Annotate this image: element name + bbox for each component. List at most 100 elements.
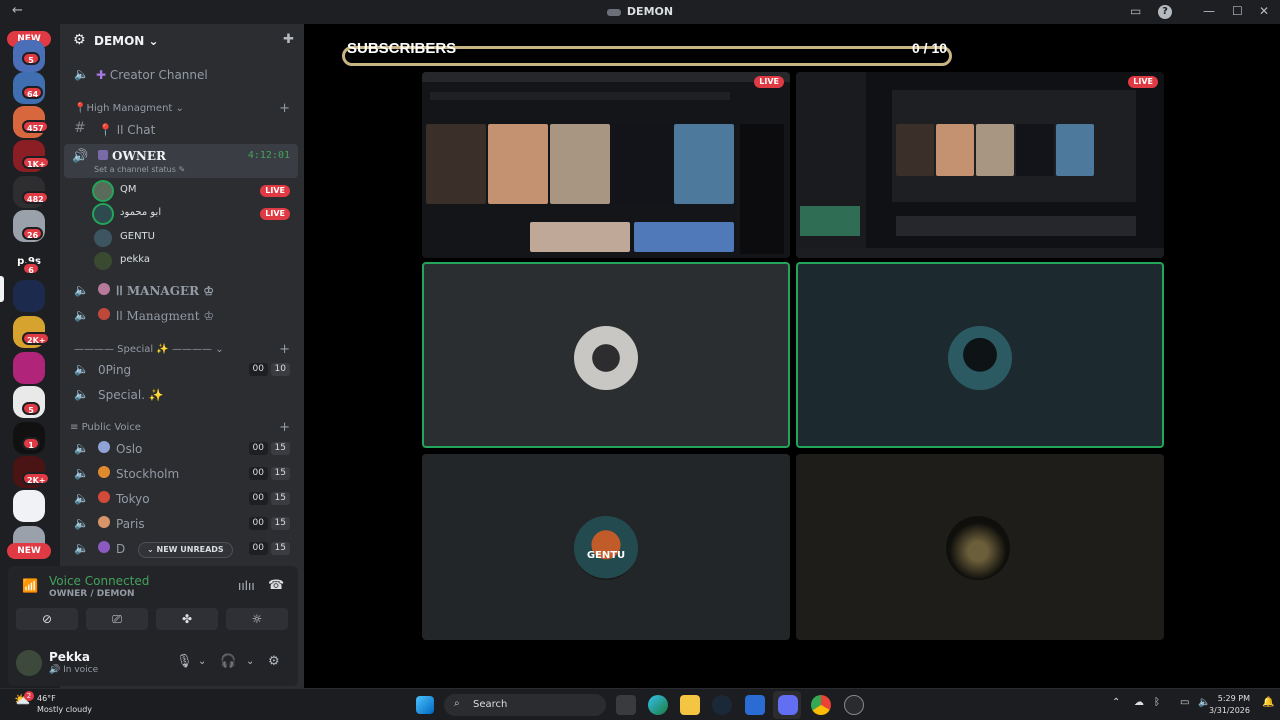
close-icon[interactable]: ✕ <box>1259 4 1269 18</box>
microphone-icon[interactable]: 🎙 <box>176 654 193 669</box>
disconnect-icon[interactable]: ☎ <box>268 578 284 593</box>
avatar <box>94 182 112 200</box>
create-channel-icon[interactable]: + <box>279 420 290 435</box>
task-view-icon[interactable] <box>616 695 636 715</box>
participant-tile[interactable] <box>796 262 1164 448</box>
edge-icon[interactable] <box>648 695 668 715</box>
chevron-down-icon[interactable]: ⌄ <box>246 656 254 667</box>
steam-icon[interactable] <box>712 695 732 715</box>
mention-badge: 482 <box>22 191 49 204</box>
category-high-managment[interactable]: 📍High Managment ⌄ <box>74 103 184 114</box>
speaker-icon: 🔈 <box>74 387 89 401</box>
voice-user[interactable]: ابو محمود LIVE <box>94 203 298 225</box>
voice-user[interactable]: GENTU <box>94 227 298 249</box>
new-unreads-pill[interactable]: NEW <box>7 543 51 559</box>
channel-emoji-icon <box>98 466 110 478</box>
weather-temperature: 46°F <box>37 694 56 703</box>
voice-location[interactable]: OWNER / DEMON <box>49 589 135 599</box>
inbox-icon[interactable]: ▭ <box>1130 4 1141 18</box>
new-unreads-button[interactable]: ⌄ NEW UNREADS <box>138 542 233 558</box>
stream-tile[interactable]: LIVE <box>796 72 1164 258</box>
participant-tile[interactable] <box>796 454 1164 640</box>
channel-owner[interactable]: 🔊 OWNER 4:12:01 Set a channel status ✎ <box>64 144 298 178</box>
store-icon[interactable] <box>745 695 765 715</box>
pin-icon: 📍 <box>74 103 87 114</box>
server-icon[interactable] <box>13 352 45 384</box>
channel-label: ✚ Creator Channel <box>96 68 208 82</box>
plus-icon: ✚ <box>96 68 107 82</box>
crown-icon: ♔ <box>203 309 215 323</box>
channel-tokyo[interactable]: 🔈 Tokyo 00 15 <box>68 488 298 510</box>
participant-tile[interactable]: GENTU <box>422 454 790 640</box>
discord-window: ← DEMON ▭ ? — ☐ ✕ NEW 5 64 457 1K+ 482 2… <box>0 0 1280 720</box>
channel-stockholm-label: Stockholm <box>116 467 180 481</box>
channel-0ping[interactable]: 🔈 0Ping 00 10 <box>68 359 298 381</box>
avatar <box>94 252 112 270</box>
channel-manager[interactable]: 🔈 اا MANAGER ♔ <box>68 280 298 302</box>
notifications-icon[interactable]: 🔔 <box>1262 697 1274 708</box>
channel-status[interactable]: Set a channel status ✎ <box>94 165 185 174</box>
activities-button[interactable]: ✤ <box>156 608 218 630</box>
noise-suppression-icon[interactable]: ıılıı <box>238 579 255 593</box>
camera-off-button[interactable]: ⊘ <box>16 608 78 630</box>
chevron-up-icon[interactable]: ⌃ <box>1112 697 1120 708</box>
channel-oslo-label: Oslo <box>116 442 143 456</box>
channel-emoji-icon <box>98 308 110 320</box>
cloud-sync-icon[interactable]: ☁ <box>1134 697 1144 708</box>
create-channel-icon[interactable]: + <box>279 342 290 357</box>
speaker-icon: 🔈 <box>74 308 89 322</box>
stream-nested-window <box>892 90 1136 202</box>
channel-creator[interactable]: 🔈 ✚ Creator Channel <box>68 64 298 86</box>
network-icon[interactable]: ▭ <box>1180 697 1189 708</box>
settings-gear-icon[interactable]: ⚙ <box>268 654 280 669</box>
soundboard-button[interactable]: ☼ <box>226 608 288 630</box>
avatar[interactable] <box>16 650 42 676</box>
help-icon[interactable]: ? <box>1158 5 1172 19</box>
invite-people-icon[interactable]: ✚ <box>283 32 294 47</box>
channel-paris[interactable]: 🔈 Paris 00 15 <box>68 513 298 535</box>
user-limit: 15 <box>270 542 290 555</box>
avatar <box>946 516 1010 580</box>
stream-tile[interactable]: LIVE <box>422 72 790 258</box>
channel-oslo[interactable]: 🔈 Oslo 00 15 <box>68 438 298 460</box>
headphones-icon[interactable]: 🎧 <box>220 654 236 669</box>
create-channel-icon[interactable]: + <box>279 101 290 116</box>
taskbar-clock[interactable]: 5:29 PM 3/31/2026 <box>1209 693 1250 717</box>
voice-user[interactable]: QM LIVE <box>94 180 298 202</box>
voice-user[interactable]: pekka <box>94 250 298 272</box>
maximize-icon[interactable]: ☐ <box>1232 4 1243 18</box>
minimize-icon[interactable]: — <box>1203 4 1215 18</box>
channel-managment[interactable]: 🔈 اا Managment ♔ <box>68 305 298 327</box>
server-icon-demon[interactable] <box>13 280 45 312</box>
category-special[interactable]: ———— Special ✨ ———— ⌄ <box>74 344 224 355</box>
windows-start-icon[interactable] <box>416 696 434 714</box>
participant-tile[interactable] <box>422 262 790 448</box>
voice-stage: SUBSCRIBERS 0 / 10 LIVE LIVE GENTU <box>304 24 1280 688</box>
window-title: DEMON <box>0 5 1280 18</box>
channel-creator-label: Creator Channel <box>109 68 208 82</box>
channel-stockholm[interactable]: 🔈 Stockholm 00 15 <box>68 463 298 485</box>
mention-badge: 26 <box>22 227 44 240</box>
server-name: DEMON ⌄ <box>94 34 159 48</box>
channel-status-text: Set a channel status <box>94 165 176 174</box>
channel-chat[interactable]: # 📍 اا Chat <box>68 119 298 141</box>
speaker-icon: 🔈 <box>74 283 89 297</box>
server-header[interactable]: ⚙ DEMON ⌄ ✚ <box>60 24 304 59</box>
bluetooth-icon[interactable]: ᛒ <box>1154 697 1160 708</box>
voice-user-name: QM <box>120 184 137 195</box>
channel-label: اا MANAGER ♔ <box>116 284 214 298</box>
server-icon[interactable] <box>13 490 45 522</box>
taskbar-search[interactable]: ⌕ Search <box>444 694 606 716</box>
voice-user-name: pekka <box>120 254 151 265</box>
chevron-down-icon[interactable]: ⌄ <box>198 656 206 667</box>
chrome-icon[interactable] <box>811 695 831 715</box>
channel-special[interactable]: 🔈 Special. ✨ <box>68 384 298 406</box>
user-count: 00 <box>248 467 268 480</box>
file-explorer-icon[interactable] <box>680 695 700 715</box>
signal-icon[interactable]: 📶 <box>22 579 38 594</box>
window-title-text: DEMON <box>626 5 674 18</box>
category-public-voice[interactable]: ≡ Public Voice <box>70 422 141 433</box>
share-screen-button[interactable]: ⎚ <box>86 608 148 630</box>
channel-emoji-icon <box>98 150 108 160</box>
settings-app-icon[interactable] <box>844 695 864 715</box>
